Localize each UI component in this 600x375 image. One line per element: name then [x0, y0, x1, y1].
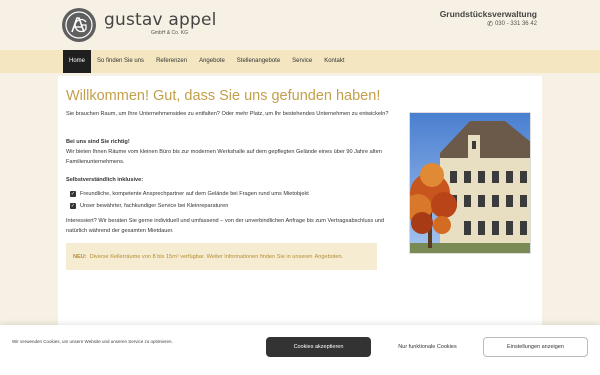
check-icon: ✓ — [70, 191, 76, 197]
phone-text: 030 - 331 36 42 — [494, 21, 537, 27]
logo-subtitle: GmbH & Co. KG — [151, 30, 188, 36]
building-photo — [409, 112, 531, 254]
functional-cookies-button[interactable]: Nur funktionale Cookies — [375, 337, 480, 357]
company-type: Grundstücksverwaltung — [439, 9, 537, 19]
page-title: Willkommen! Gut, dass Sie uns gefunden h… — [66, 88, 381, 104]
nav-item-stellenangebote[interactable]: Stellenangebote — [231, 50, 286, 73]
phone-icon: ✆ — [487, 21, 493, 28]
nav-item-angebote[interactable]: Angebote — [193, 50, 231, 73]
logo-icon[interactable] — [62, 8, 96, 42]
cookie-banner: Wir verwenden Cookies, um unsere Website… — [0, 325, 600, 375]
nav-item-referenzen[interactable]: Referenzen — [150, 50, 193, 73]
main-navigation: Home So finden Sie uns Referenzen Angebo… — [0, 50, 600, 73]
intro-text: Sie brauchen Raum, um Ihre Unternehmensi… — [66, 111, 389, 117]
checklist-text: Unser bewährter, fachkundiger Service be… — [80, 203, 229, 209]
cookie-text: Wir verwenden Cookies, um unsere Website… — [12, 339, 173, 344]
nav-item-service[interactable]: Service — [286, 50, 318, 73]
header: gustav appel GmbH & Co. KG Grundstücksve… — [0, 0, 600, 48]
notice-box: NEU: Diverse Kellerräume von 8 bis 15m² … — [66, 243, 377, 270]
checklist-item: ✓ Freundliche, kompetente Ansprechpartne… — [70, 191, 309, 197]
notice-text: Diverse Kellerräume von 8 bis 15m² verfü… — [89, 253, 313, 260]
section-heading: Bei uns sind Sie richtig! — [66, 139, 130, 145]
check-icon: ✓ — [70, 203, 76, 209]
nav-item-kontakt[interactable]: Kontakt — [318, 50, 350, 73]
offers-link[interactable]: Angeboten. — [315, 254, 344, 260]
phone-number[interactable]: ✆ 030 - 331 36 42 — [487, 20, 537, 28]
nav-item-home[interactable]: Home — [63, 50, 92, 73]
offer-text: Wir bieten Ihnen Räume vom kleinen Büro … — [66, 149, 382, 165]
logo-name[interactable]: gustav appel — [104, 10, 217, 30]
checklist-item: ✓ Unser bewährter, fachkundiger Service … — [70, 203, 228, 209]
accept-cookies-button[interactable]: Cookies akzeptieren — [266, 337, 371, 357]
cookie-settings-button[interactable]: Einstellungen anzeigen — [483, 337, 588, 357]
notice-label: NEU: — [73, 253, 87, 260]
included-heading: Selbstverständlich inklusive: — [66, 177, 144, 183]
checklist-text: Freundliche, kompetente Ansprechpartner … — [80, 191, 309, 197]
outro-text: Interessiert? Wir beraten Sie gerne indi… — [66, 218, 385, 234]
nav-item-so-finden-sie-uns[interactable]: So finden Sie uns — [91, 50, 150, 73]
